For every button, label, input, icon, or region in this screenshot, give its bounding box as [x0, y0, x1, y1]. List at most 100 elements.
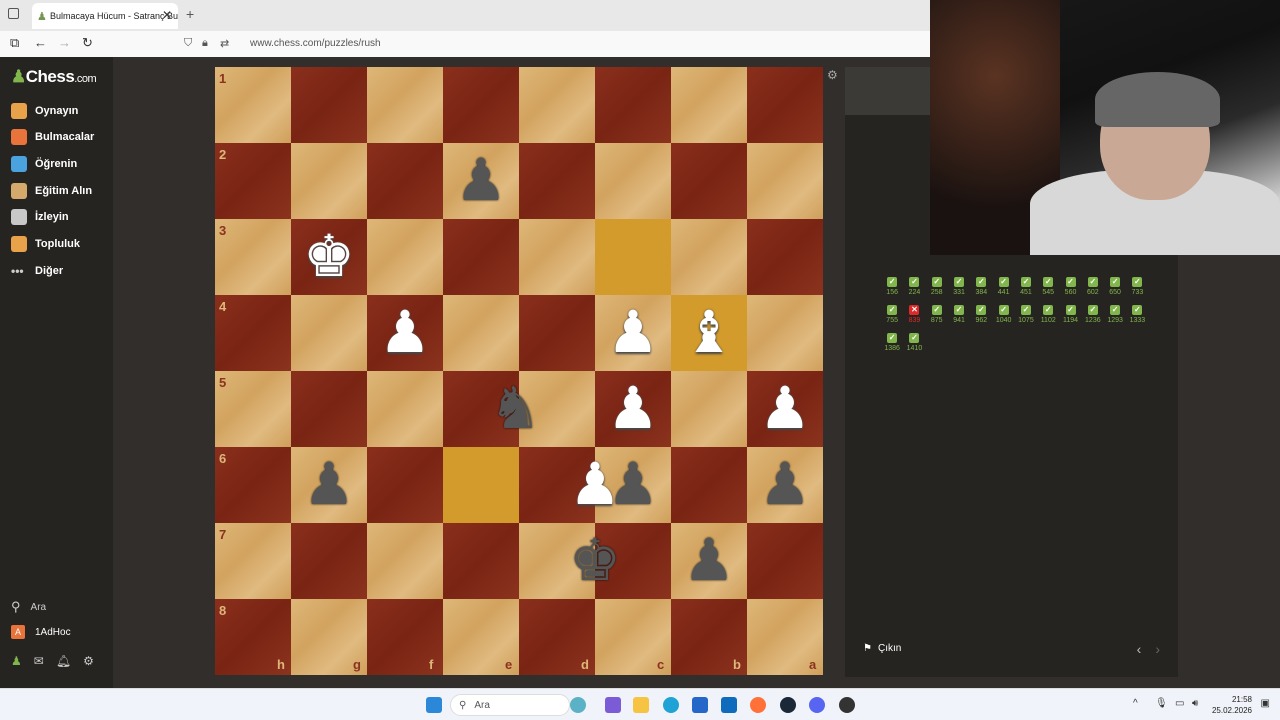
result-item[interactable]: ✓ 1333: [1126, 305, 1148, 333]
bell-icon[interactable]: 🔔︎: [56, 654, 71, 668]
result-item[interactable]: ✓ 1386: [881, 333, 903, 361]
clock[interactable]: 21:58 25.02.2026: [1212, 694, 1252, 716]
sidebar-item-more[interactable]: ••• Diğer: [11, 261, 63, 281]
result-item[interactable]: ✓ 1102: [1037, 305, 1059, 333]
result-item[interactable]: ✓ 1236: [1082, 305, 1104, 333]
result-item[interactable]: ✓ 331: [948, 277, 970, 305]
board-square[interactable]: [519, 219, 595, 295]
board-square[interactable]: [443, 67, 519, 143]
notifications-icon[interactable]: ▣: [1261, 698, 1270, 709]
board-square[interactable]: [595, 143, 671, 219]
sidebar-search[interactable]: ⚲ Ara: [11, 599, 46, 615]
tray-chevron-icon[interactable]: ^: [1133, 698, 1138, 709]
board-square[interactable]: [595, 219, 671, 295]
steam-icon[interactable]: [780, 697, 796, 713]
result-item[interactable]: ✓ 962: [970, 305, 992, 333]
result-item[interactable]: ✓ 650: [1104, 277, 1126, 305]
board-square[interactable]: [747, 67, 823, 143]
close-tab-icon[interactable]: ✕: [162, 8, 172, 22]
app-store-icon[interactable]: [692, 697, 708, 713]
network-icon[interactable]: ▭: [1175, 698, 1184, 709]
board-square[interactable]: [595, 67, 671, 143]
board-square[interactable]: [671, 143, 747, 219]
result-item[interactable]: ✓ 875: [926, 305, 948, 333]
board-square[interactable]: [215, 295, 291, 371]
discord-icon[interactable]: [809, 697, 825, 713]
board-settings-gear-icon[interactable]: ⚙: [827, 68, 838, 82]
result-item[interactable]: ✓ 224: [903, 277, 925, 305]
result-item[interactable]: ✕ 839: [903, 305, 925, 333]
board-square[interactable]: [443, 295, 519, 371]
result-item[interactable]: ✓ 451: [1015, 277, 1037, 305]
black-piece[interactable]: ♟: [443, 143, 519, 219]
sidebar-item-train[interactable]: Eğitim Alın: [11, 181, 92, 201]
sidebar-item-community[interactable]: Topluluk: [11, 234, 80, 254]
address-bar[interactable]: www.chess.com/puzzles/rush: [250, 38, 381, 49]
store-icon[interactable]: [605, 697, 621, 713]
result-item[interactable]: ✓ 560: [1059, 277, 1081, 305]
board-square[interactable]: [747, 523, 823, 599]
black-piece[interactable]: ♚: [557, 523, 633, 599]
mail-icon[interactable]: ✉: [34, 654, 44, 668]
microphone-icon[interactable]: 🎙︎: [1155, 698, 1168, 709]
board-square[interactable]: [291, 67, 367, 143]
result-item[interactable]: ✓ 384: [970, 277, 992, 305]
board-square[interactable]: [367, 447, 443, 523]
result-item[interactable]: ✓ 733: [1126, 277, 1148, 305]
board-square[interactable]: [215, 219, 291, 295]
board-square[interactable]: [367, 143, 443, 219]
obs-icon[interactable]: [839, 697, 855, 713]
forward-icon[interactable]: →: [58, 35, 71, 50]
white-piece[interactable]: ♟: [595, 371, 671, 447]
board-square[interactable]: [519, 67, 595, 143]
shield-icon[interactable]: ⛉: [184, 37, 192, 50]
firefox-icon[interactable]: [750, 697, 766, 713]
chess-logo[interactable]: ♟Chess.com: [11, 67, 97, 87]
reload-icon[interactable]: ↻: [82, 35, 93, 51]
tab-active[interactable]: ♟ Bulmacaya Hücum - Satranç Bu ✕: [32, 3, 178, 29]
chevron-right-icon[interactable]: ›: [1155, 641, 1160, 657]
result-item[interactable]: ✓ 1075: [1015, 305, 1037, 333]
black-piece[interactable]: ♟: [671, 523, 747, 599]
result-item[interactable]: ✓ 941: [948, 305, 970, 333]
tab-list-icon[interactable]: [8, 8, 19, 19]
board-square[interactable]: [671, 447, 747, 523]
friends-icon[interactable]: ♟: [11, 654, 22, 668]
board-square[interactable]: [215, 143, 291, 219]
board-square[interactable]: [671, 371, 747, 447]
board-square[interactable]: [367, 67, 443, 143]
board-square[interactable]: [443, 219, 519, 295]
board-square[interactable]: [443, 523, 519, 599]
board-square[interactable]: [291, 295, 367, 371]
black-piece[interactable]: ♞: [477, 371, 553, 447]
result-item[interactable]: ✓ 1040: [992, 305, 1014, 333]
white-piece[interactable]: ♟: [595, 295, 671, 371]
board-square[interactable]: [215, 447, 291, 523]
sidebar-profile[interactable]: A 1AdHoc: [11, 625, 71, 639]
board-square[interactable]: [215, 371, 291, 447]
board-square[interactable]: [367, 523, 443, 599]
board-square[interactable]: [671, 219, 747, 295]
board-square[interactable]: [215, 523, 291, 599]
result-item[interactable]: ✓ 602: [1082, 277, 1104, 305]
white-piece[interactable]: ♚: [291, 219, 367, 295]
board-square[interactable]: [519, 295, 595, 371]
chess-board[interactable]: 1 2 3 4 5 6 7 8 h g f e d c b a ♟ ♚ ♟ ♟ ♝ ♟ ♟ ♞ ♟ ♟ ♟ ♟ ♚ ♟: [215, 67, 824, 676]
board-square[interactable]: [215, 67, 291, 143]
board-square[interactable]: [291, 523, 367, 599]
result-item[interactable]: ✓ 156: [881, 277, 903, 305]
sidebar-item-play[interactable]: Oynayın: [11, 101, 78, 121]
widgets-icon[interactable]: [570, 697, 586, 713]
board-square[interactable]: [291, 143, 367, 219]
board-square[interactable]: [367, 371, 443, 447]
sidebar-toggle-icon[interactable]: ⧉: [10, 35, 19, 51]
settings-gear-icon[interactable]: ⚙: [83, 654, 94, 668]
sidebar-item-learn[interactable]: Öğrenin: [11, 154, 77, 174]
white-piece[interactable]: ♟: [367, 295, 443, 371]
new-tab-icon[interactable]: +: [186, 6, 194, 22]
lock-icon[interactable]: 🔒︎: [202, 37, 208, 50]
board-square[interactable]: [367, 219, 443, 295]
board-square[interactable]: [519, 143, 595, 219]
result-item[interactable]: ✓ 1293: [1104, 305, 1126, 333]
board-square[interactable]: [747, 295, 823, 371]
